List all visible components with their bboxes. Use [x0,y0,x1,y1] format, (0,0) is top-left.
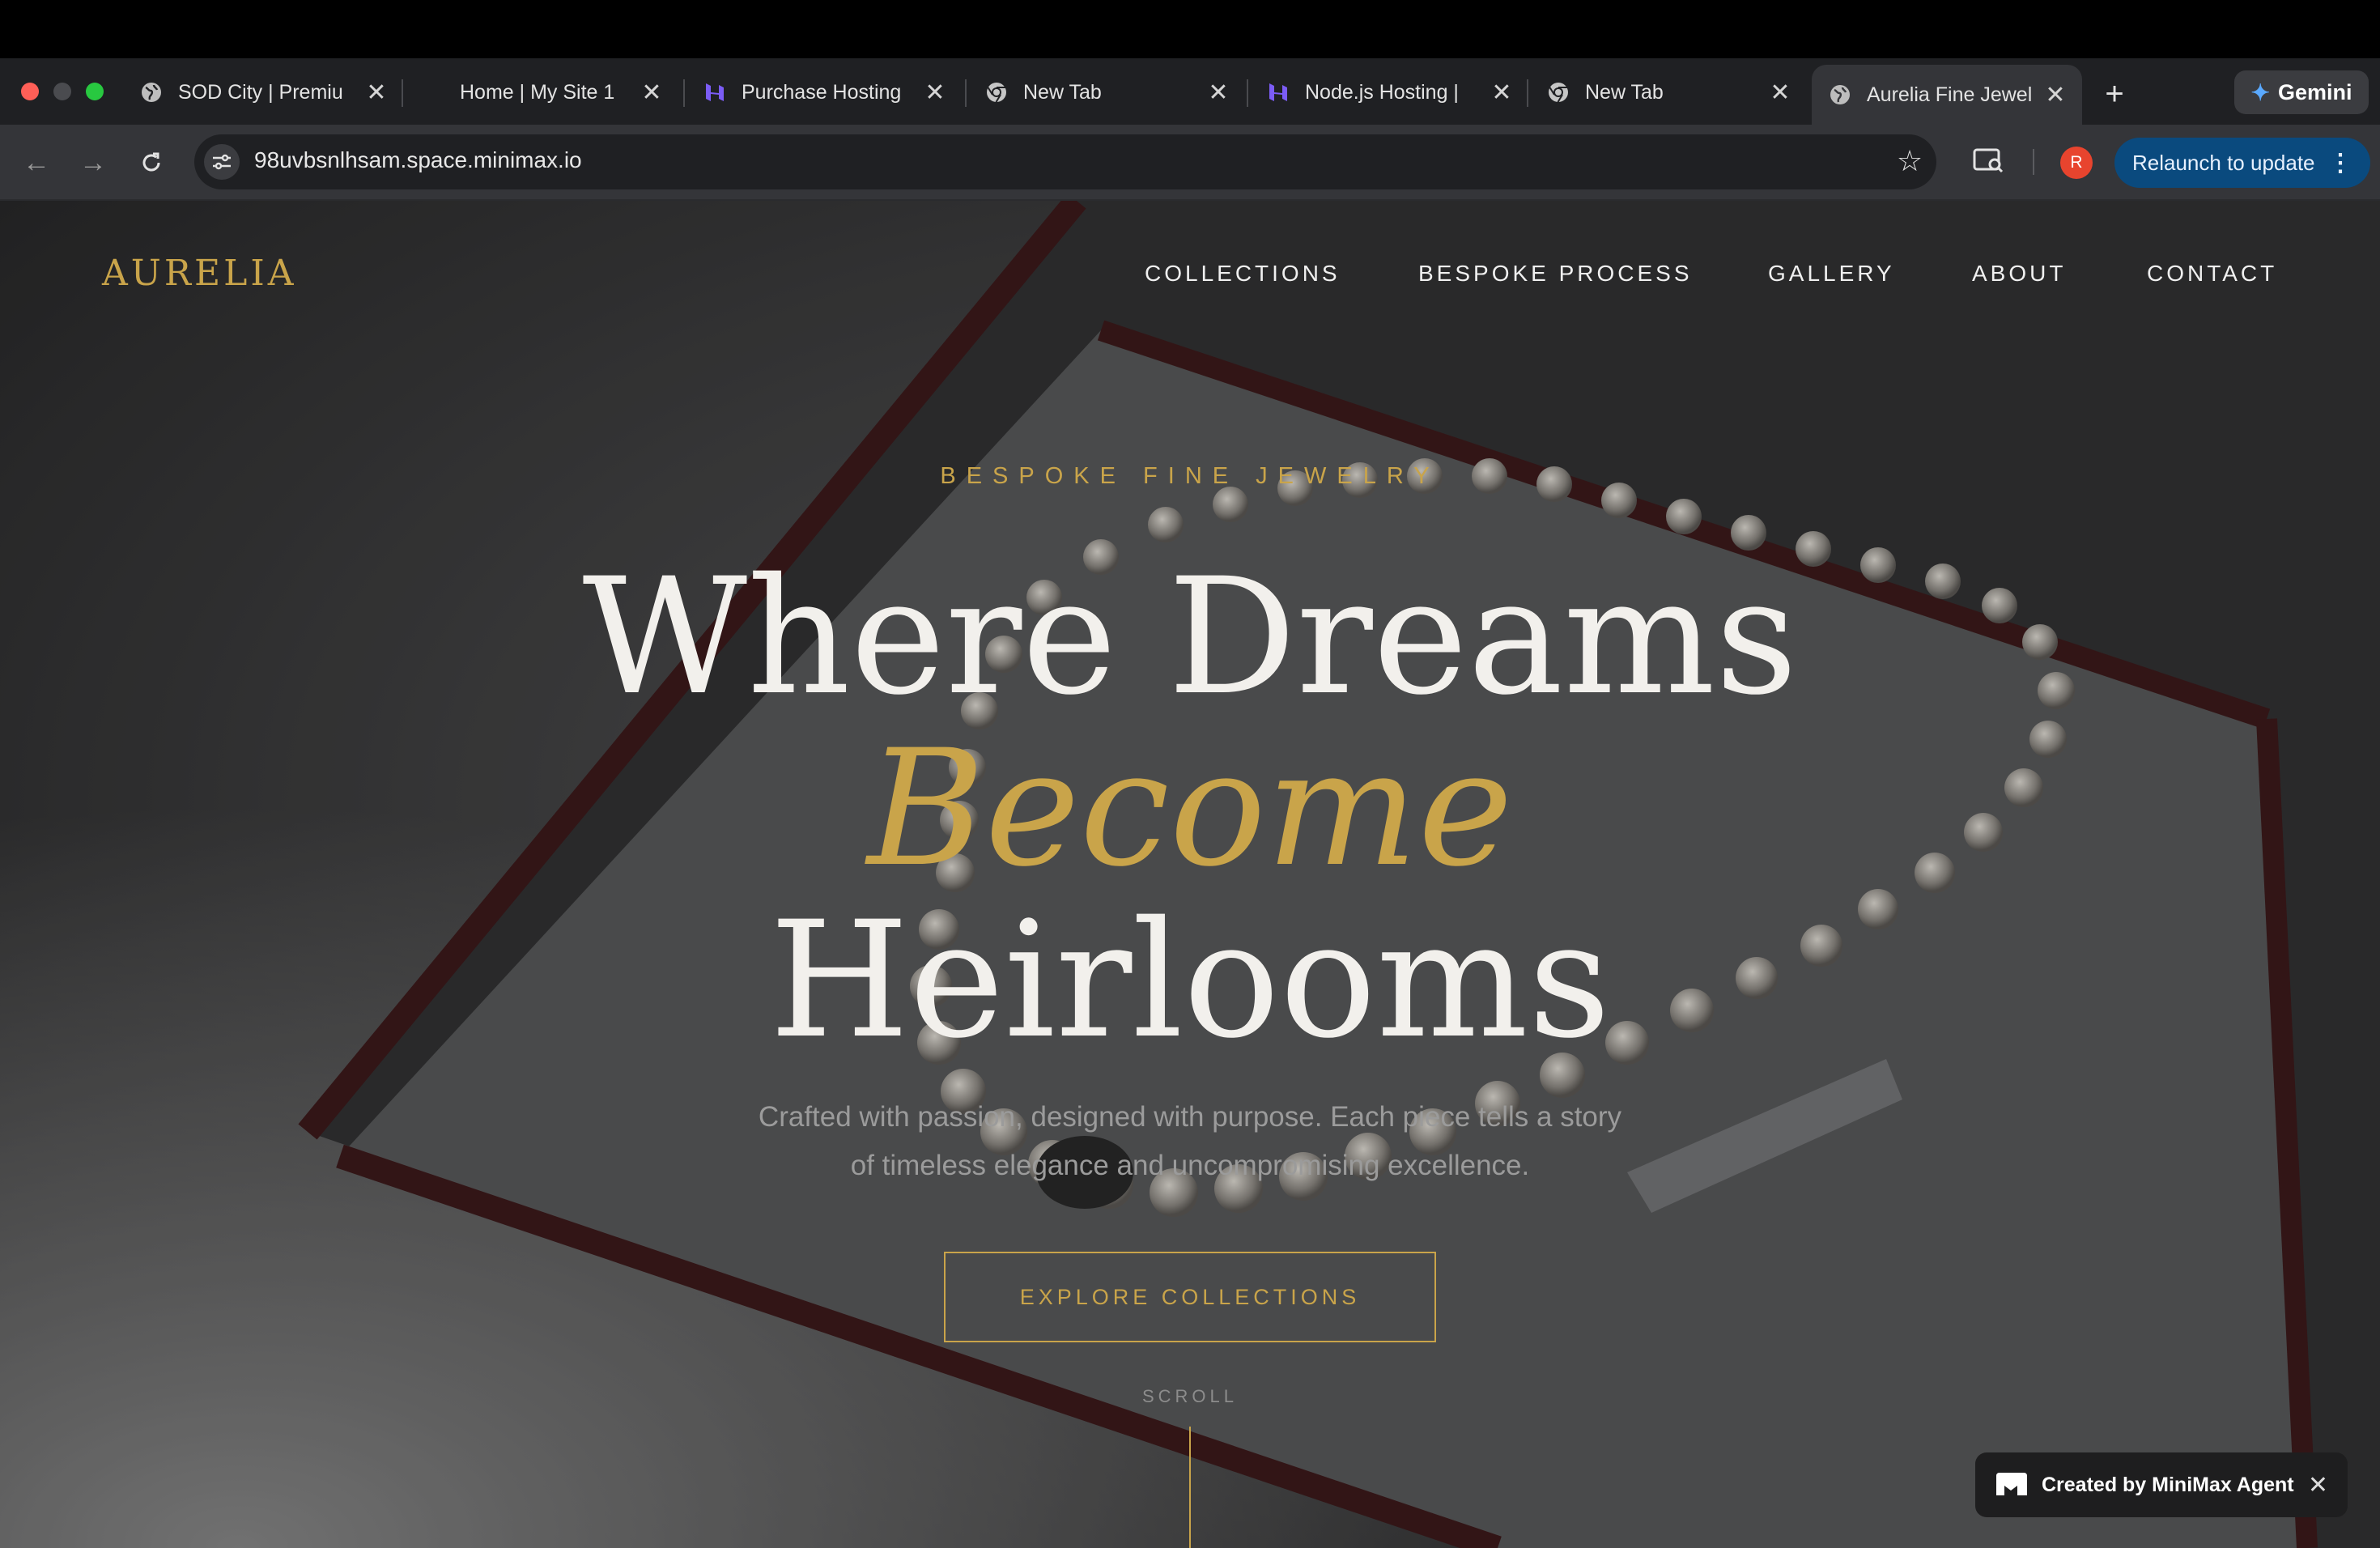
hero-eyebrow: BESPOKE FINE JEWELRY [940,463,1440,489]
relaunch-button[interactable]: Relaunch to update ⋮ [2114,138,2370,188]
scroll-indicator-label: SCROLL [1141,1386,1239,1406]
tab-aurelia-active[interactable]: Aurelia Fine Jewel ✕ [1812,65,2082,125]
scroll-indicator-line [1189,1427,1191,1548]
nav-bespoke-process[interactable]: BESPOKE PROCESS [1418,261,1693,287]
close-icon[interactable]: ✕ [2308,1471,2328,1499]
back-arrow-icon[interactable]: ← [16,142,57,183]
tab-title: Aurelia Fine Jewel [1867,83,2033,106]
tab-sod-city[interactable]: SOD City | Premiu ✕ [123,65,403,120]
tab-new-tab-1[interactable]: New Tab ✕ [968,65,1245,120]
gemini-button[interactable]: ✦ Gemini [2234,70,2369,114]
chrome-icon [1546,80,1570,104]
minimax-agent-badge[interactable]: Created by MiniMax Agent ✕ [1975,1452,2348,1517]
hero-title-line-3: Heirlooms [769,887,1611,1074]
hostinger-icon [703,80,727,104]
tab-purchase-hosting[interactable]: Purchase Hosting ✕ [686,65,962,120]
globe-icon [139,80,164,104]
hero-title-line-2: Become [867,715,1513,902]
tab-separator [683,79,685,107]
url-text[interactable]: 98uvbsnlhsam.space.minimax.io [254,147,582,173]
nav-gallery[interactable]: GALLERY [1768,261,1895,287]
relaunch-label: Relaunch to update [2132,150,2315,175]
tab-search-icon[interactable] [1970,142,2008,180]
toolbar-divider [2033,149,2034,175]
close-icon[interactable]: ✕ [1766,79,1794,106]
gemini-label: Gemini [2277,79,2352,104]
reload-icon[interactable] [131,142,172,183]
window-close-button[interactable] [21,83,39,100]
hero-tagline-line-1: Crafted with passion, designed with purp… [758,1101,1622,1133]
close-icon[interactable]: ✕ [363,79,390,106]
minimax-logo-icon [1996,1473,2027,1495]
bookmark-star-icon[interactable]: ☆ [1891,142,1928,180]
site-logo[interactable]: AURELIA [102,253,296,294]
blank-icon [421,80,445,104]
web-page: AURELIA COLLECTIONS BESPOKE PROCESS GALL… [0,201,2380,1548]
tab-nodejs-hosting[interactable]: Node.js Hosting | ✕ [1250,65,1528,120]
tab-separator [402,79,403,107]
nav-collections[interactable]: COLLECTIONS [1145,261,1341,287]
tab-title: SOD City | Premiu [178,80,343,104]
tab-title: Purchase Hosting [742,80,902,104]
screen-top-bar [0,0,2380,58]
nav-contact[interactable]: CONTACT [2147,261,2277,287]
close-icon[interactable]: ✕ [2042,81,2069,108]
explore-collections-button[interactable]: EXPLORE COLLECTIONS [944,1252,1436,1342]
hostinger-icon [1266,80,1290,104]
tab-title: Home | My Site 1 [460,80,615,104]
hero-tagline-line-2: of timeless elegance and uncompromising … [850,1150,1530,1181]
close-icon[interactable]: ✕ [1488,79,1515,106]
kebab-menu-icon[interactable]: ⋮ [2328,149,2352,177]
tab-separator [1247,79,1248,107]
new-tab-button[interactable]: + [2095,74,2134,113]
window-zoom-button[interactable] [86,83,104,100]
hero-title-line-1: Where Dreams [582,543,1798,730]
site-settings-icon[interactable] [204,144,240,180]
tab-my-site[interactable]: Home | My Site 1 ✕ [405,65,678,120]
tab-title: Node.js Hosting | [1305,80,1459,104]
tab-title: New Tab [1585,80,1664,104]
tab-new-tab-2[interactable]: New Tab ✕ [1530,65,1807,120]
nav-about[interactable]: ABOUT [1972,261,2066,287]
window-minimize-button[interactable] [53,83,71,100]
badge-label: Created by MiniMax Agent [2042,1473,2294,1496]
chrome-icon [984,80,1009,104]
close-icon[interactable]: ✕ [638,79,665,106]
gemini-sparkle-icon: ✦ [2250,79,2270,105]
tab-title: New Tab [1023,80,1102,104]
close-icon[interactable]: ✕ [921,79,949,106]
close-icon[interactable]: ✕ [1205,79,1232,106]
globe-icon [1828,83,1852,107]
profile-avatar[interactable]: R [2060,147,2093,179]
tab-separator [1527,79,1528,107]
forward-arrow-icon[interactable]: → [73,142,113,183]
tab-separator [965,79,967,107]
